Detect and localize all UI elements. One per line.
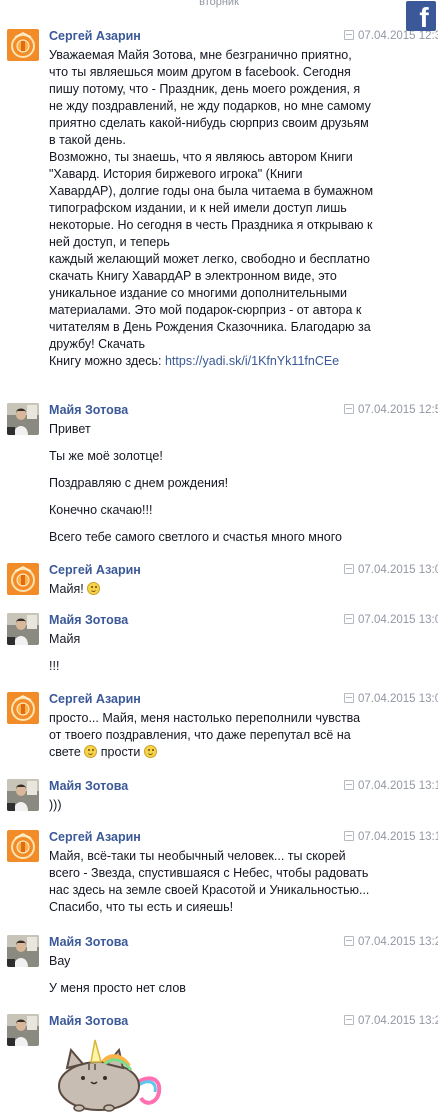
message-body: Уважаемая Майя Зотова, мне безгранично п… bbox=[49, 48, 374, 368]
message-icon bbox=[344, 404, 354, 414]
author-name[interactable]: Сергей Азарин bbox=[49, 830, 141, 845]
timestamp: 07.04.2015 13:10 bbox=[344, 779, 438, 794]
timestamp: 07.04.2015 13:14 bbox=[344, 830, 438, 845]
facebook-logo-icon[interactable]: f bbox=[406, 1, 436, 31]
timestamp: 07.04.2015 13:09 bbox=[344, 692, 438, 707]
message-body: Привет Ты же моё золотце! Поздравляю с д… bbox=[49, 422, 342, 544]
author-name[interactable]: Сергей Азарин bbox=[49, 563, 141, 578]
mayia-avatar[interactable] bbox=[7, 1014, 39, 1046]
message-body: просто... Майя, меня настолько переполни… bbox=[49, 711, 361, 759]
message-body: ))) bbox=[49, 798, 62, 812]
day-divider: вторник bbox=[0, 0, 438, 10]
mayia-avatar[interactable] bbox=[7, 403, 39, 435]
author-name[interactable]: Майя Зотова bbox=[49, 613, 128, 628]
sergey-avatar[interactable] bbox=[7, 29, 39, 61]
smile-emoji-icon bbox=[143, 745, 157, 758]
author-name[interactable]: Сергей Азарин bbox=[49, 29, 141, 44]
day-label: вторник bbox=[199, 0, 239, 8]
message-icon bbox=[344, 614, 354, 624]
message-icon bbox=[344, 564, 354, 574]
author-name[interactable]: Майя Зотова bbox=[49, 935, 128, 950]
message-icon bbox=[344, 1015, 354, 1025]
sergey-avatar[interactable] bbox=[7, 692, 39, 724]
author-name[interactable]: Майя Зотова bbox=[49, 779, 128, 794]
smile-emoji-icon bbox=[84, 745, 98, 758]
sergey-avatar[interactable] bbox=[7, 830, 39, 862]
mayia-avatar[interactable] bbox=[7, 779, 39, 811]
timestamp: 07.04.2015 12:55 bbox=[344, 403, 438, 418]
message-icon bbox=[344, 831, 354, 841]
author-name[interactable]: Сергей Азарин bbox=[49, 692, 141, 707]
message-body: Майя !!! bbox=[49, 632, 81, 673]
book-download-link[interactable]: https://yadi.sk/i/1KfnYk11fnCEe bbox=[165, 354, 339, 368]
timestamp: 07.04.2015 13:08 bbox=[344, 613, 438, 628]
message-body: Майя, всё-таки ты необычный человек... т… bbox=[49, 849, 370, 914]
message-icon bbox=[344, 780, 354, 790]
message-icon bbox=[344, 693, 354, 703]
mayia-avatar[interactable] bbox=[7, 613, 39, 645]
message-icon bbox=[344, 936, 354, 946]
timestamp: 07.04.2015 13:21 bbox=[344, 935, 438, 950]
author-name[interactable]: Майя Зотова bbox=[49, 1014, 128, 1029]
timestamp: 07.04.2015 13:24 bbox=[344, 1014, 438, 1029]
sergey-avatar[interactable] bbox=[7, 563, 39, 595]
timestamp: 07.04.2015 12:31 bbox=[344, 29, 438, 44]
pusheen-unicorn-sticker[interactable] bbox=[49, 1034, 431, 1117]
message-body: Вау У меня просто нет слов bbox=[49, 954, 186, 995]
smile-emoji-icon bbox=[87, 582, 101, 595]
author-name[interactable]: Майя Зотова bbox=[49, 403, 128, 418]
mayia-avatar[interactable] bbox=[7, 935, 39, 967]
timestamp: 07.04.2015 13:07 bbox=[344, 563, 438, 578]
message-icon bbox=[344, 30, 354, 40]
message-body: Майя! bbox=[49, 581, 431, 598]
